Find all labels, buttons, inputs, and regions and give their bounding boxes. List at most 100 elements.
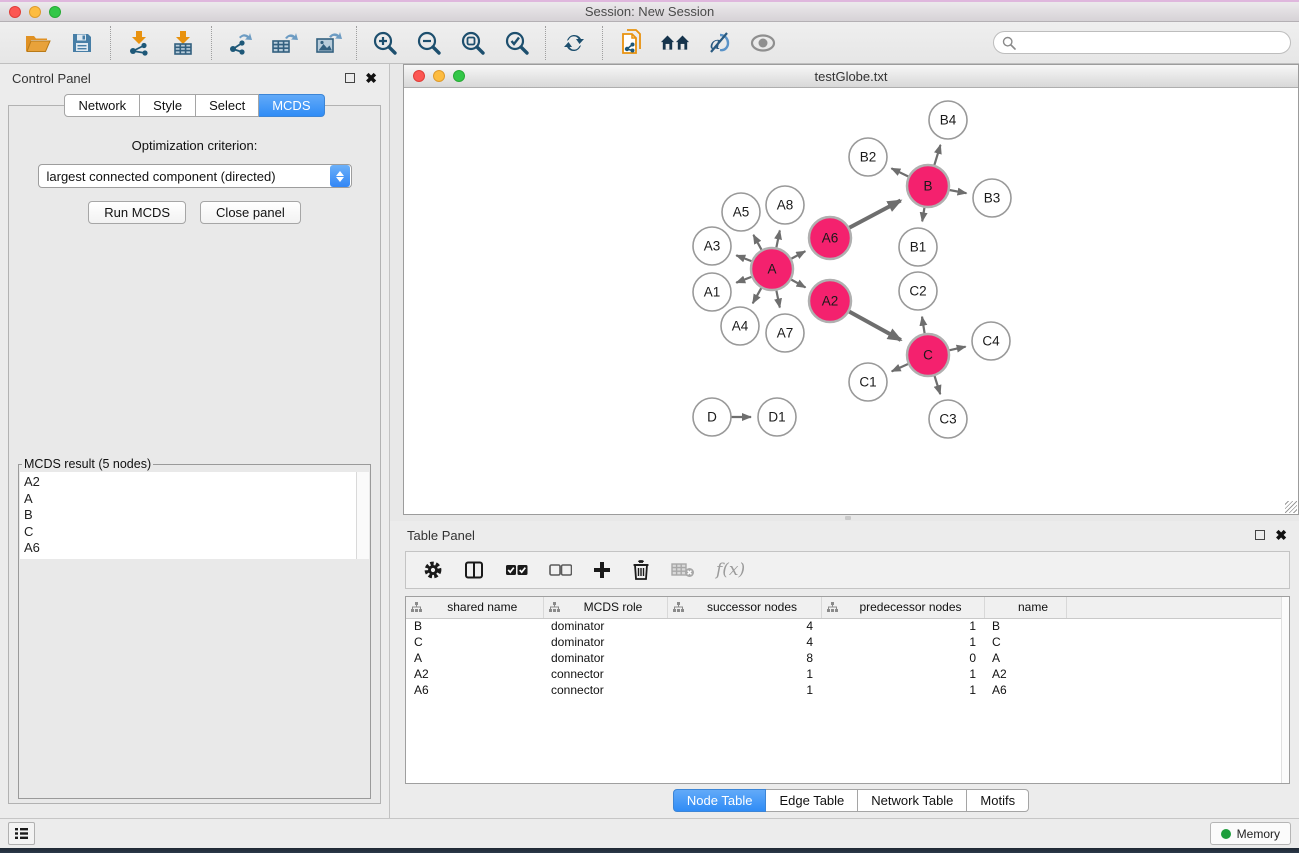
column-manager-icon[interactable] bbox=[464, 560, 484, 580]
network-window-titlebar[interactable]: testGlobe.txt bbox=[404, 65, 1298, 88]
table-cell[interactable] bbox=[1066, 666, 1282, 682]
table-row[interactable]: A6connector11A6 bbox=[406, 682, 1282, 698]
table-row[interactable]: Cdominator41C bbox=[406, 634, 1282, 650]
table-row[interactable]: A2connector11A2 bbox=[406, 666, 1282, 682]
function-builder-icon[interactable]: f(x) bbox=[716, 560, 745, 580]
graph-node-A8[interactable]: A8 bbox=[766, 186, 804, 224]
save-session-icon[interactable] bbox=[67, 28, 97, 58]
table-row[interactable]: Bdominator41B bbox=[406, 618, 1282, 634]
table-cell[interactable]: C bbox=[406, 634, 543, 650]
graph-node-C[interactable]: C bbox=[907, 334, 949, 376]
table-cell[interactable]: C bbox=[984, 634, 1066, 650]
table-cell[interactable]: A2 bbox=[984, 666, 1066, 682]
open-session-icon[interactable] bbox=[23, 28, 53, 58]
table-cell[interactable] bbox=[1066, 650, 1282, 666]
table-cell[interactable]: 0 bbox=[821, 650, 984, 666]
table-float-panel-icon[interactable] bbox=[1255, 530, 1265, 540]
table-cell[interactable]: B bbox=[406, 618, 543, 634]
export-network-icon[interactable] bbox=[225, 28, 255, 58]
graph-edge-A-A4[interactable] bbox=[753, 287, 762, 303]
refresh-icon[interactable] bbox=[559, 28, 589, 58]
graph-edge-A-A8[interactable] bbox=[776, 230, 780, 248]
column-header-shared-name[interactable]: shared name bbox=[406, 597, 543, 618]
run-mcds-button[interactable]: Run MCDS bbox=[88, 201, 186, 224]
table-cell[interactable]: dominator bbox=[543, 634, 667, 650]
tab-network[interactable]: Network bbox=[64, 94, 140, 117]
graph-node-C2[interactable]: C2 bbox=[899, 272, 937, 310]
deselect-all-icon[interactable] bbox=[549, 564, 572, 577]
graph-node-D[interactable]: D bbox=[693, 398, 731, 436]
graph-edge-B-B4[interactable] bbox=[934, 145, 940, 166]
tab-mcds[interactable]: MCDS bbox=[259, 94, 324, 117]
graph-edge-C-C4[interactable] bbox=[948, 347, 965, 351]
mcds-result-item[interactable]: A2 bbox=[24, 474, 352, 491]
table-settings-gear-icon[interactable] bbox=[423, 560, 443, 580]
table-row[interactable]: Adominator80A bbox=[406, 650, 1282, 666]
graph-node-A[interactable]: A bbox=[751, 248, 793, 290]
graph-edge-C-C2[interactable] bbox=[922, 317, 925, 335]
table-cell[interactable]: dominator bbox=[543, 618, 667, 634]
graph-edge-B-B2[interactable] bbox=[891, 168, 909, 177]
table-cell[interactable]: 1 bbox=[821, 634, 984, 650]
graph-edge-B-B3[interactable] bbox=[949, 190, 967, 193]
float-panel-icon[interactable] bbox=[345, 73, 355, 83]
tab-node-table[interactable]: Node Table bbox=[673, 789, 767, 812]
network-canvas[interactable]: B4B2BB3A5A8A6B1A3AA1C2A2A4A7CC4C1C3DD1 bbox=[404, 88, 1298, 514]
graph-edge-A-A7[interactable] bbox=[776, 290, 780, 308]
memory-button[interactable]: Memory bbox=[1210, 822, 1291, 845]
node-table[interactable]: shared nameMCDS rolesuccessor nodesprede… bbox=[406, 597, 1283, 698]
graph-node-A3[interactable]: A3 bbox=[693, 227, 731, 265]
graph-edge-A-A5[interactable] bbox=[753, 235, 762, 251]
tab-select[interactable]: Select bbox=[196, 94, 259, 117]
zoom-in-icon[interactable] bbox=[370, 28, 400, 58]
graph-node-A7[interactable]: A7 bbox=[766, 314, 804, 352]
select-all-icon[interactable] bbox=[505, 564, 528, 577]
search-field[interactable] bbox=[993, 31, 1291, 54]
birds-eye-icon[interactable] bbox=[660, 28, 690, 58]
graph-node-C3[interactable]: C3 bbox=[929, 400, 967, 438]
table-cell[interactable]: B bbox=[984, 618, 1066, 634]
zoom-selected-icon[interactable] bbox=[502, 28, 532, 58]
delete-column-icon[interactable] bbox=[632, 560, 650, 580]
network-graph[interactable]: B4B2BB3A5A8A6B1A3AA1C2A2A4A7CC4C1C3DD1 bbox=[404, 88, 1298, 514]
zoom-out-icon[interactable] bbox=[414, 28, 444, 58]
import-table-icon[interactable] bbox=[168, 28, 198, 58]
table-cell[interactable]: A bbox=[406, 650, 543, 666]
table-cell[interactable]: 1 bbox=[821, 666, 984, 682]
column-header-MCDS-role[interactable]: MCDS role bbox=[543, 597, 667, 618]
graph-node-A4[interactable]: A4 bbox=[721, 307, 759, 345]
graph-edge-A2-C[interactable] bbox=[848, 311, 900, 340]
delete-table-icon[interactable] bbox=[671, 562, 695, 578]
graph-node-C4[interactable]: C4 bbox=[972, 322, 1010, 360]
panel-divider[interactable] bbox=[390, 515, 1299, 521]
graph-node-B1[interactable]: B1 bbox=[899, 228, 937, 266]
graph-edge-C-C1[interactable] bbox=[892, 364, 909, 372]
table-cell[interactable]: dominator bbox=[543, 650, 667, 666]
tab-network-table[interactable]: Network Table bbox=[858, 789, 967, 812]
table-cell[interactable]: A6 bbox=[406, 682, 543, 698]
table-cell[interactable]: connector bbox=[543, 682, 667, 698]
graph-edge-A-A3[interactable] bbox=[736, 255, 752, 261]
table-cell[interactable]: 4 bbox=[667, 618, 821, 634]
graph-node-A1[interactable]: A1 bbox=[693, 273, 731, 311]
table-cell[interactable]: A bbox=[984, 650, 1066, 666]
tab-edge-table[interactable]: Edge Table bbox=[766, 789, 858, 812]
close-panel-button[interactable]: Close panel bbox=[200, 201, 301, 224]
search-input[interactable] bbox=[1021, 34, 1290, 52]
mcds-result-item[interactable]: C bbox=[24, 524, 352, 541]
graph-node-B[interactable]: B bbox=[907, 165, 949, 207]
tab-motifs[interactable]: Motifs bbox=[967, 789, 1029, 812]
table-cell[interactable]: connector bbox=[543, 666, 667, 682]
graph-node-A2[interactable]: A2 bbox=[809, 280, 851, 322]
mcds-result-item[interactable]: B bbox=[24, 507, 352, 524]
network-from-selection-icon[interactable] bbox=[616, 28, 646, 58]
export-image-icon[interactable] bbox=[313, 28, 343, 58]
tab-style[interactable]: Style bbox=[140, 94, 196, 117]
mcds-result-item[interactable]: A6 bbox=[24, 540, 352, 557]
table-cell[interactable]: A6 bbox=[984, 682, 1066, 698]
graph-edge-A6-B[interactable] bbox=[849, 201, 901, 229]
show-details-eye-icon[interactable] bbox=[748, 28, 778, 58]
graph-node-C1[interactable]: C1 bbox=[849, 363, 887, 401]
graph-node-B2[interactable]: B2 bbox=[849, 138, 887, 176]
table-cell[interactable]: 4 bbox=[667, 634, 821, 650]
